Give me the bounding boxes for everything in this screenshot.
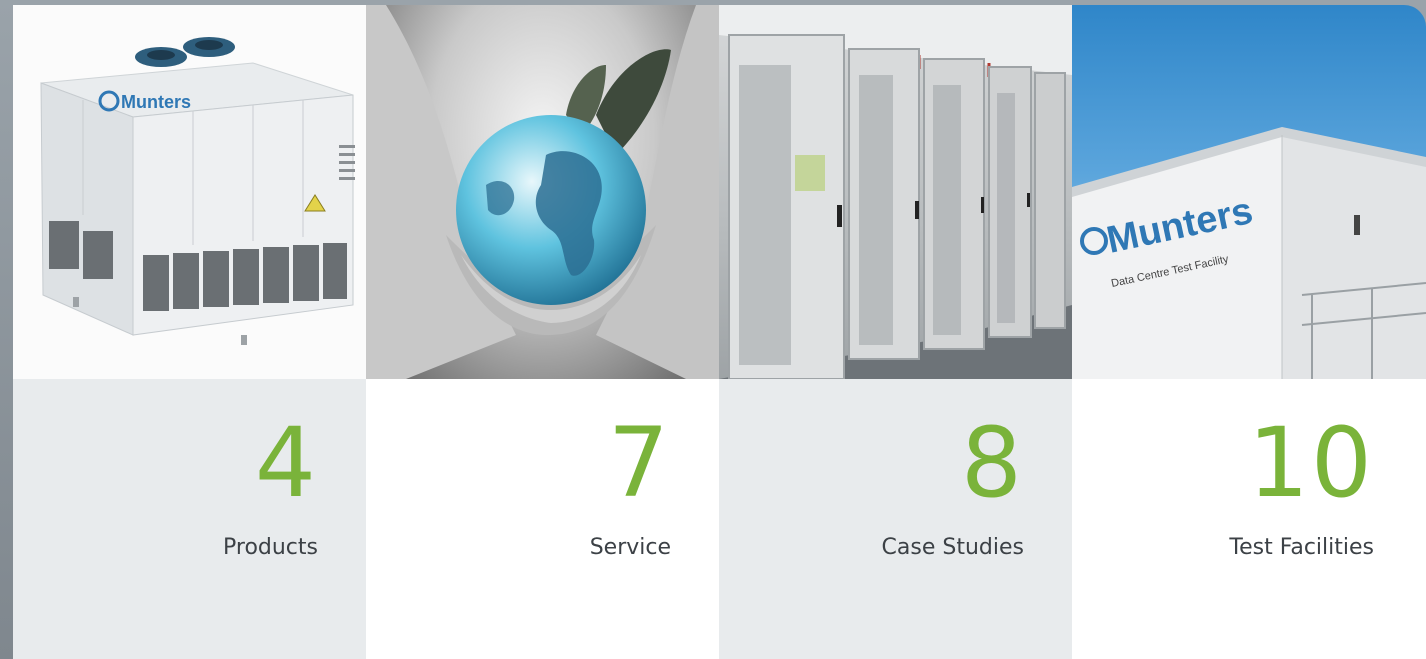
tile-products-panel: 4 Products: [13, 379, 366, 659]
tile-service[interactable]: 7 Service: [366, 5, 719, 659]
tile-service-number: 7: [607, 407, 671, 519]
feature-tiles: Munters 4 Products 7 Service 8 Case Stud…: [13, 5, 1426, 659]
tile-case-studies[interactable]: 8 Case Studies: [719, 5, 1072, 659]
tile-test-facilities-number: 10: [1247, 407, 1374, 519]
test-facility-building-photo: Munters Data Centre Test Facility: [1072, 5, 1426, 379]
air-handling-unit-photo: Munters: [13, 5, 366, 379]
tile-case-studies-label: Case Studies: [881, 535, 1024, 560]
tile-products-label: Products: [223, 535, 318, 560]
tile-test-facilities-label: Test Facilities: [1229, 535, 1374, 560]
tile-products[interactable]: Munters 4 Products: [13, 5, 366, 659]
unit-logo-text: Munters: [121, 92, 191, 112]
server-racks-photo: [719, 5, 1072, 379]
hands-holding-globe-photo: [366, 5, 719, 379]
tile-products-number: 4: [254, 407, 318, 519]
tile-case-studies-panel: 8 Case Studies: [719, 379, 1072, 659]
tile-service-label: Service: [589, 535, 671, 560]
tile-test-facilities[interactable]: Munters Data Centre Test Facility 10 Tes…: [1072, 5, 1426, 659]
tile-test-facilities-panel: 10 Test Facilities: [1072, 379, 1426, 659]
tile-service-panel: 7 Service: [366, 379, 719, 659]
tile-case-studies-number: 8: [960, 407, 1024, 519]
